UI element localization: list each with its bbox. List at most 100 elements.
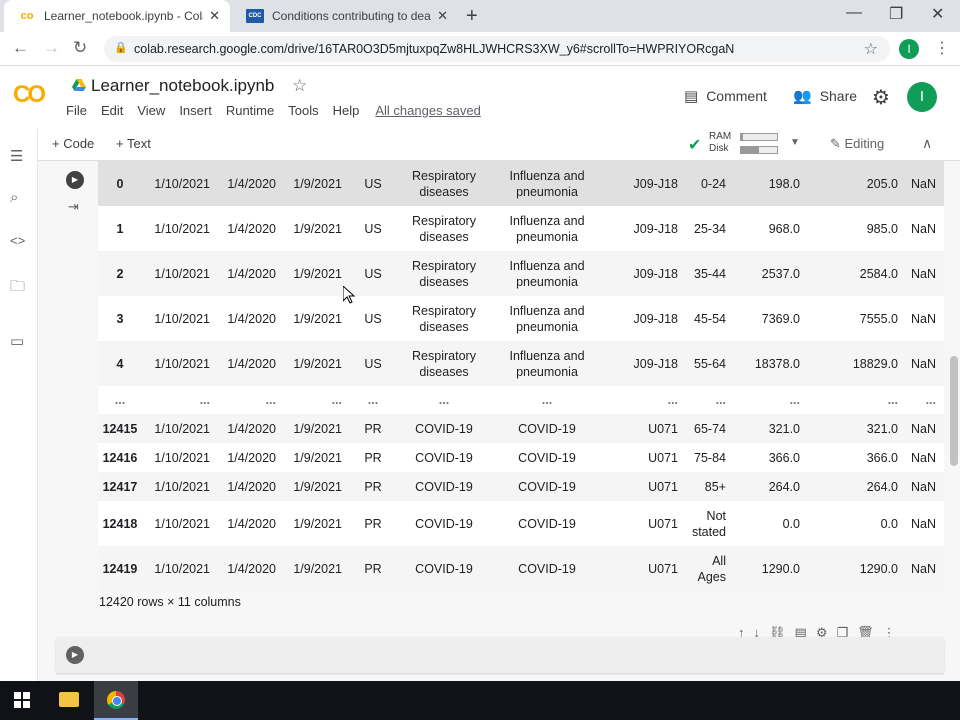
empty-code-cell[interactable]: ▶ [56, 637, 944, 673]
output-menu-icon[interactable]: ⇥ [68, 199, 79, 215]
browser-tab-strip: co Learner_notebook.ipynb - Colab ✕ CDC … [0, 0, 960, 32]
table-cell: 1/10/2021 [154, 450, 210, 465]
browser-tab-cdc[interactable]: CDC Conditions contributing to death ✕ [232, 0, 458, 32]
dataframe-output-table: 0 1/10/2021 1/4/2020 1/9/2021 US Respiratory … [98, 161, 944, 591]
table-cell: 85+ [704, 479, 726, 494]
notebook-name[interactable]: Learner_notebook.ipynb [91, 76, 274, 96]
share-button[interactable]: 👥 Share [793, 87, 857, 105]
star-notebook-icon[interactable]: ☆ [292, 76, 307, 96]
table-cell: ... [438, 393, 450, 407]
tab-title: Learner_notebook.ipynb - Colab [44, 9, 204, 23]
collapse-header-icon[interactable]: ∧ [922, 135, 932, 152]
mouse-cursor-icon [343, 286, 355, 304]
browser-tab-colab[interactable]: co Learner_notebook.ipynb - Colab ✕ [4, 0, 230, 32]
left-sidebar: ☰ ⌕ <> 🗀 ▭ [0, 129, 38, 681]
table-cell: Influenza and pneumonia [509, 258, 585, 289]
resource-monitor[interactable]: RAM Disk [709, 131, 731, 155]
table-cell: U071 [648, 421, 678, 436]
url-text: colab.research.google.com/drive/16TAR0O3… [134, 42, 735, 56]
url-field[interactable]: 🔒 colab.research.google.com/drive/16TAR0… [104, 36, 890, 62]
table-cell: 1/4/2020 [227, 311, 276, 326]
table-cell: J09-J18 [633, 356, 678, 371]
settings-gear-icon[interactable]: ⚙ [872, 85, 890, 110]
table-cell: PR [364, 450, 382, 465]
search-icon[interactable]: ⌕ [10, 189, 18, 206]
cell-gutter: ▶ ⇥ [38, 161, 98, 601]
reload-icon[interactable]: ↻ [73, 38, 87, 58]
address-bar-row: ← → ↻ 🔒 colab.research.google.com/drive/… [0, 32, 960, 66]
add-code-button[interactable]: + Code [52, 136, 94, 151]
menu-edit[interactable]: Edit [101, 103, 123, 118]
table-cell: 75-84 [694, 450, 726, 465]
forward-icon[interactable]: → [43, 38, 60, 58]
browser-menu-icon[interactable]: ⋮ [934, 38, 950, 58]
row-index: 1 [116, 221, 124, 236]
table-cell: COVID-19 [518, 516, 576, 531]
close-tab-icon[interactable]: ✕ [437, 8, 448, 24]
share-label: Share [819, 88, 858, 104]
menu-help[interactable]: Help [333, 103, 360, 118]
menu-file[interactable]: File [66, 103, 87, 118]
row-index: 4 [116, 356, 124, 371]
table-cell: Not stated [691, 508, 726, 539]
colab-logo[interactable]: CO [13, 81, 46, 109]
table-cell: 1/4/2020 [227, 479, 276, 494]
files-folder-icon[interactable]: 🗀 [10, 276, 25, 301]
table-cell: PR [364, 479, 382, 494]
table-cell: COVID-19 [518, 421, 576, 436]
table-cell: 1/10/2021 [154, 221, 210, 236]
back-icon[interactable]: ← [12, 38, 29, 58]
lock-icon: 🔒 [114, 42, 128, 54]
terminal-icon[interactable]: ▭ [10, 332, 24, 350]
table-cell: 198.0 [768, 176, 800, 191]
vertical-scrollbar[interactable] [950, 356, 958, 466]
add-text-button[interactable]: + Text [116, 136, 151, 151]
table-cell: 1/4/2020 [227, 266, 276, 281]
table-cell: 205.0 [866, 176, 898, 191]
people-icon: 👥 [793, 88, 812, 105]
table-cell: All Ages [697, 553, 727, 584]
resource-dropdown-icon[interactable]: ▼ [790, 137, 800, 148]
table-row: 2 1/10/2021 1/4/2020 1/9/2021 US Respiratory … [98, 251, 944, 296]
minimize-icon[interactable]: — [846, 4, 862, 22]
menu-tools[interactable]: Tools [288, 103, 318, 118]
close-tab-icon[interactable]: ✕ [209, 8, 220, 24]
comment-button[interactable]: ▤ Comment [684, 87, 767, 105]
table-of-contents-icon[interactable]: ☰ [10, 147, 23, 165]
run-cell-button[interactable]: ▶ [66, 171, 84, 189]
editing-mode-button[interactable]: ✎ Editing [830, 136, 884, 152]
table-cell: 1/9/2021 [293, 479, 342, 494]
table-row: 3 1/10/2021 1/4/2020 1/9/2021 US Respiratory … [98, 296, 944, 341]
table-cell: 1/9/2021 [293, 450, 342, 465]
bookmark-star-icon[interactable]: ☆ [864, 39, 878, 59]
close-window-icon[interactable]: ✕ [931, 4, 944, 24]
windows-start-icon[interactable] [14, 692, 30, 708]
ram-usage-bar [740, 133, 778, 141]
menu-view[interactable]: View [137, 103, 165, 118]
table-cell: 7369.0 [761, 311, 800, 326]
notebook-main: ▶ ⇥ 0 1/10/2021 1/4/2020 1/9/2021 US Respirat… [38, 161, 960, 681]
table-row: 12417 1/10/2021 1/4/2020 1/9/2021 PR COVID-19… [98, 472, 944, 501]
table-ellipsis-row: .................................... [98, 386, 944, 414]
row-index: 12418 [102, 516, 138, 531]
chrome-taskbar-button[interactable] [94, 681, 138, 720]
browser-profile-avatar[interactable]: I [899, 39, 919, 59]
save-status-link[interactable]: All changes saved [375, 103, 481, 118]
file-explorer-icon[interactable] [59, 692, 79, 707]
table-cell: 366.0 [866, 450, 898, 465]
table-cell: ... [265, 393, 276, 407]
table-cell: J09-J18 [633, 311, 678, 326]
table-cell: NaN [910, 266, 936, 281]
run-cell-button[interactable]: ▶ [66, 646, 84, 664]
restore-icon[interactable]: ❐ [889, 4, 903, 24]
table-cell: 1/9/2021 [293, 176, 342, 191]
new-tab-button[interactable]: + [466, 5, 478, 28]
user-avatar[interactable]: I [907, 82, 937, 112]
menu-runtime[interactable]: Runtime [226, 103, 274, 118]
table-cell: Respiratory diseases [412, 258, 476, 289]
row-index: 12416 [102, 450, 138, 465]
menu-insert[interactable]: Insert [179, 103, 212, 118]
table-row: 12416 1/10/2021 1/4/2020 1/9/2021 PR COVID-19… [98, 443, 944, 472]
code-snippets-icon[interactable]: <> [10, 233, 25, 248]
table-cell: 1/9/2021 [293, 561, 342, 576]
